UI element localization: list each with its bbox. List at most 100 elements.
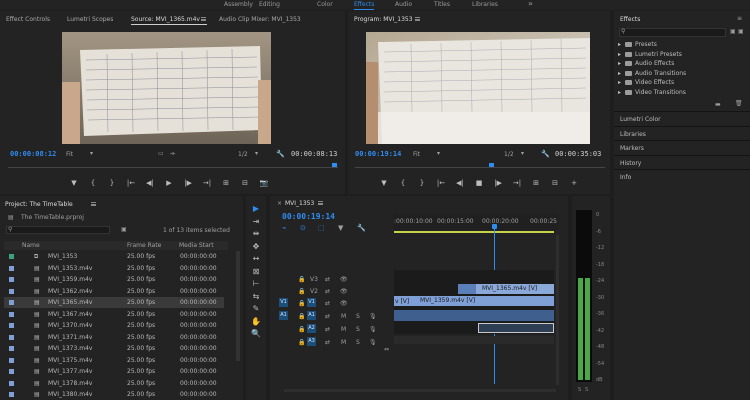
add-marker-icon[interactable]: ▼ [68,179,80,189]
panel-section-lumetri-color[interactable]: Lumetri Color [614,111,750,126]
sync-icon[interactable]: ⇄ [325,276,330,283]
workspace-libraries[interactable]: Libraries [472,1,498,8]
panel-section-info[interactable]: Info [614,169,750,184]
chevron-right-icon[interactable]: ▸ [618,41,621,48]
program-playhead[interactable] [489,163,494,167]
panel-section-libraries[interactable]: Libraries [614,125,750,141]
effects-folder[interactable]: ▸ Video Transitions [618,89,743,99]
slip-icon[interactable]: ⊢ [251,279,261,289]
workspace-titles[interactable]: Titles [434,1,450,8]
wrench-icon[interactable]: 🔧 [276,150,285,158]
rate-stretch-icon[interactable]: ↔ [251,254,261,264]
expand-icon[interactable]: ⇔ [384,346,389,353]
label-color-swatch[interactable] [9,357,14,363]
32bit-effects-icon[interactable]: ▣ [738,28,744,35]
mark-in-icon[interactable]: { [397,179,409,189]
eye-icon[interactable]: 👁 [340,300,348,307]
step-forward-icon[interactable]: |▶ [182,179,194,189]
mark-in-icon[interactable]: { [87,179,99,189]
step-back-icon[interactable]: ◀| [454,179,466,189]
column-media-start[interactable]: Media Start [179,242,214,249]
column-name[interactable]: Name [22,242,40,249]
play-icon[interactable]: ▶ [163,179,175,189]
mark-out-icon[interactable]: } [106,179,118,189]
camera-icon[interactable]: 📷 [258,179,270,189]
add-marker-icon[interactable]: ▼ [378,179,390,189]
hand-icon[interactable]: ✋ [251,317,261,327]
lift-icon[interactable]: ⊞ [530,179,542,189]
sync-icon[interactable]: ⇄ [325,326,330,333]
insert-icon[interactable]: ⊞ [220,179,232,189]
workspace-editing[interactable]: Editing [259,1,280,8]
effects-folder[interactable]: ▸ Audio Transitions [618,70,743,80]
mute-button[interactable]: M [341,339,346,346]
new-bin-icon[interactable]: ▬ [715,101,721,108]
program-timecode[interactable]: 00:00:19:14 [355,150,401,158]
accelerated-effects-icon[interactable]: ▣ [730,28,736,35]
search-icon[interactable]: ⚲ [621,28,625,35]
timeline-timecode[interactable]: 00:00:19:14 [282,212,335,221]
project-item[interactable]: ▤ MVI_1377.m4v 25.00 fps 00:00:00:00 [4,366,224,377]
mic-icon[interactable]: 🎙 [369,339,377,346]
overwrite-icon[interactable]: ⊟ [239,179,251,189]
ripple-edit-icon[interactable]: ⇹ [251,229,261,239]
chevron-right-icon[interactable]: ▸ [618,51,621,58]
lock-icon[interactable]: 🔒 [298,313,305,320]
solo-button[interactable]: S [356,313,360,320]
panel-section-markers[interactable]: Markers [614,140,750,155]
hamburger-icon[interactable] [91,202,96,206]
timeline-h-scrollbar[interactable] [284,389,556,392]
chevron-right-icon[interactable]: ▸ [618,60,621,67]
source-fit-dropdown[interactable]: Fit [66,151,73,158]
project-item[interactable]: ⧉ MVI_1353 25.00 fps 00:00:00:00 [4,251,224,262]
source-patch-v1[interactable]: V1 [279,298,288,307]
clip-v2-head[interactable] [458,284,476,294]
razor-icon[interactable]: ⊠ [251,267,261,277]
program-scrub-bar[interactable] [355,167,605,168]
chevron-right-icon[interactable]: ▸ [618,89,621,96]
go-to-in-icon[interactable]: |← [125,179,137,189]
program-resolution[interactable]: 1/2 [504,151,514,158]
solo-button[interactable]: S [356,339,360,346]
sync-icon[interactable]: ⇄ [325,339,330,346]
effects-panel-title[interactable]: Effects [620,16,640,23]
project-item[interactable]: ▤ MVI_1380.m4v 25.00 fps 00:00:00:00 [4,389,224,400]
new-bin-icon[interactable]: ▣ [121,226,127,233]
source-resolution[interactable]: 1/2 [238,151,248,158]
marker-icon[interactable]: ▭ [158,150,164,157]
go-to-out-icon[interactable]: →| [511,179,523,189]
lock-icon[interactable]: 🔒 [298,288,305,295]
track-select-icon[interactable]: ⇥ [251,217,261,227]
source-playhead[interactable] [332,163,337,167]
lock-icon[interactable]: 🔒 [298,300,305,307]
sync-icon[interactable]: ⇄ [325,300,330,307]
track-target-a3[interactable]: A3 [307,337,316,346]
tab-source[interactable]: Source: MVI_1365.m4v [131,16,200,23]
column-frame-rate[interactable]: Frame Rate [127,242,161,249]
panel-section-history[interactable]: History [614,154,750,170]
track-target-v1[interactable]: V1 [307,298,316,307]
track-target-a2[interactable]: A2 [307,324,316,333]
chevron-down-icon[interactable]: ▾ [255,150,258,157]
label-color-swatch[interactable] [9,346,14,351]
solo-button[interactable]: S [356,326,360,333]
label-color-swatch[interactable] [9,265,14,271]
project-panel-title[interactable]: Project: The TimeTable [5,201,73,208]
workspace-audio[interactable]: Audio [395,1,412,8]
clip-a1[interactable] [394,310,554,321]
eye-icon[interactable]: 👁 [340,276,348,283]
pen-icon[interactable]: ✎ [251,304,261,314]
lock-icon[interactable]: 🔒 [298,339,305,346]
rolling-edit-icon[interactable]: ✥ [251,242,261,252]
project-item[interactable]: ▤ MVI_1371.m4v 25.00 fps 00:00:00:00 [4,332,224,343]
lock-icon[interactable]: 🔒 [298,326,305,333]
linked-selection-icon[interactable]: ⊙ [300,224,306,232]
effects-folder[interactable]: ▸ Video Effects [618,79,743,89]
chevron-down-icon[interactable]: ▾ [90,150,93,157]
mic-icon[interactable]: 🎙 [369,326,377,333]
extract-icon[interactable]: ⊟ [549,179,561,189]
project-search-input[interactable] [6,226,110,234]
tab-audio-clip-mixer[interactable]: Audio Clip Mixer: MVI_1353 [219,16,301,23]
workspace-overflow-icon[interactable]: » [528,0,533,8]
clip-a2[interactable] [478,323,554,333]
